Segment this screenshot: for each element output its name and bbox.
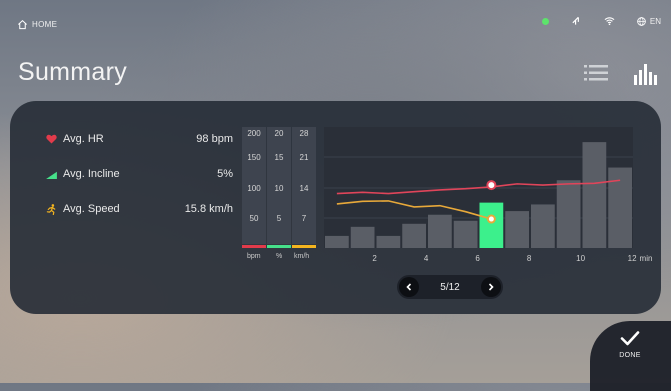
prev-page-button[interactable] [399, 277, 419, 297]
x-tick-label: 2 [372, 254, 377, 263]
done-button-content[interactable]: DONE [596, 330, 664, 359]
x-tick-label: 6 [475, 254, 480, 263]
chevron-right-icon [488, 283, 494, 291]
x-tick-label: 4 [424, 254, 429, 263]
chart-bar [325, 235, 349, 248]
x-axis-label: min [640, 254, 653, 263]
chart-bar [582, 142, 607, 248]
chevron-left-icon [406, 283, 412, 291]
chart-bar [402, 223, 426, 248]
x-tick-label: 8 [527, 254, 532, 263]
page-navigator: 5/12 [397, 275, 503, 299]
done-label: DONE [619, 352, 641, 359]
chart-bar-selected [479, 202, 504, 248]
chart-bar [376, 235, 401, 248]
x-tick-label: 12 [628, 254, 637, 263]
next-page-button[interactable] [481, 277, 501, 297]
speed-marker [486, 214, 496, 224]
chart-bar [556, 180, 581, 248]
x-tick-label: 10 [576, 254, 585, 263]
chart-bar [505, 211, 529, 248]
chart-bar [453, 220, 478, 248]
chart-bar [428, 214, 452, 248]
chart-bar [531, 204, 555, 248]
workout-chart: 2 4 6 8 10 12 min [324, 127, 653, 263]
bpm-marker [486, 180, 497, 191]
checkmark-icon [620, 331, 640, 346]
page-indicator: 5/12 [440, 281, 460, 293]
chart-bar [350, 226, 375, 248]
chart-bar [608, 167, 632, 248]
